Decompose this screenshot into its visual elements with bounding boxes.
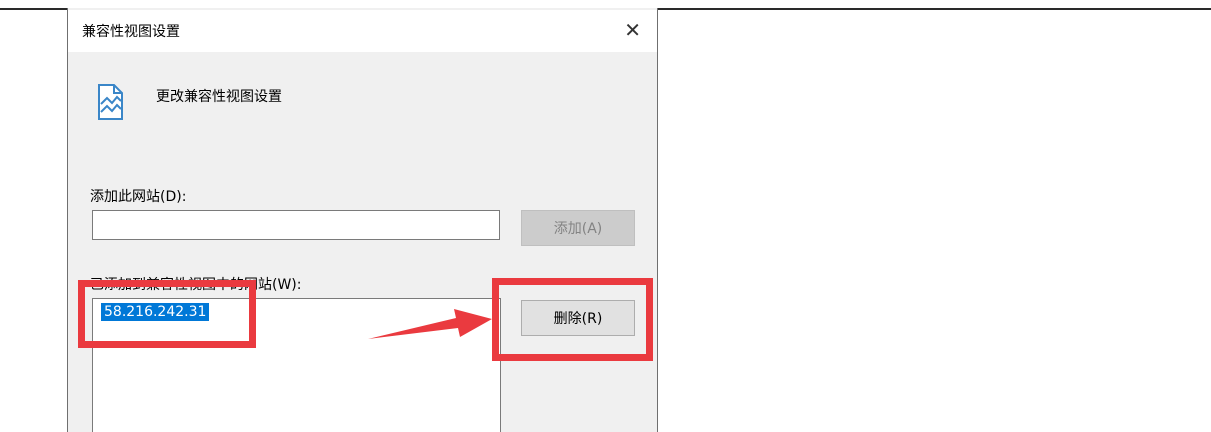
dialog-title: 兼容性视图设置 (82, 24, 180, 40)
title-bar: 兼容性视图设置 ✕ (68, 10, 657, 52)
add-button[interactable]: 添加(A) (521, 210, 635, 246)
highlight-box-remove-button (492, 278, 653, 361)
add-site-input[interactable] (92, 210, 500, 240)
compat-view-settings-dialog: 兼容性视图设置 ✕ 更改兼容性视图设置 添加此网站(D): 添加(A) 已添加到… (67, 8, 658, 432)
dialog-heading: 更改兼容性视图设置 (156, 89, 282, 105)
highlight-box-site (78, 280, 256, 348)
red-arrow-icon (368, 309, 492, 339)
add-site-label: 添加此网站(D): (90, 189, 187, 205)
close-icon[interactable]: ✕ (624, 16, 641, 44)
compat-view-page-icon (98, 84, 123, 120)
